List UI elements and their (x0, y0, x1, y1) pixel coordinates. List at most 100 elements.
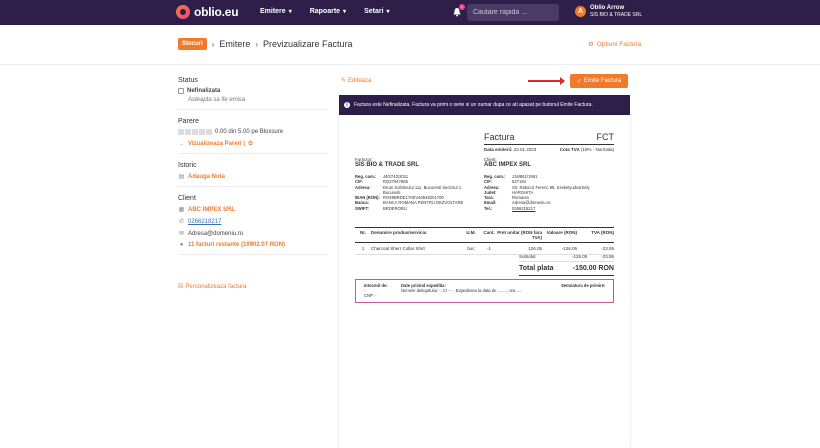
user-name: Oblio Arrow (590, 5, 625, 11)
client-details: Reg. com.: J19/861/1991 CIF: 527184 Adresa… (484, 174, 614, 211)
invoice-title-row: Factura FCT (484, 132, 614, 145)
menu-setari[interactable]: Setari ▾ (364, 8, 389, 15)
star-icon (206, 129, 212, 135)
subtotal-value: -126.05 (571, 254, 588, 259)
table-cell: -23.95 (601, 246, 614, 251)
breadcrumb-current: Previzualizare Factura (263, 39, 353, 49)
warning-icon: ● (179, 242, 184, 248)
edit-link[interactable]: ✎ Editeaza (341, 77, 371, 85)
gear-icon: ⚙ (588, 41, 594, 48)
column-header: Pret unitar (RON fara TVA) (497, 230, 542, 240)
menu-rapoarte[interactable]: Rapoarte ▾ (310, 8, 346, 15)
user-company: SIS BIO & TRADE SRL (590, 12, 643, 18)
stocuri-tag[interactable]: Stocuri (178, 38, 207, 50)
column-header: U.M. (466, 230, 476, 235)
arrow-right-icon: → (178, 140, 185, 147)
supplier-block: Furnizor: SIS BIO & TRADE SRL Reg. com.:… (355, 157, 475, 211)
email-icon: ✉ (178, 231, 185, 237)
breadcrumb-emitere[interactable]: Emitere (219, 39, 250, 49)
table-cell: -1 (486, 246, 491, 251)
emit-label: Emite Factura (583, 78, 622, 84)
table-cell: 126.05 (528, 246, 542, 251)
note-icon: ▤ (178, 174, 185, 180)
subtotal-vat: -23.95 (601, 254, 614, 259)
status-value: Nefinalizata (187, 88, 221, 94)
table-cell: 1 (361, 246, 365, 251)
field-key: Tel.: (484, 205, 493, 211)
chevron-down-icon: ▾ (386, 9, 390, 15)
divider (178, 186, 328, 187)
avatar: A (575, 6, 586, 17)
client-name: ABC IMPEX SRL (484, 162, 532, 168)
total-row: Total plata -150.00 RON (519, 262, 614, 276)
cnp-label: CNP: - (364, 293, 377, 298)
red-arrow-annotation (528, 77, 565, 85)
field-key: Adresa: (355, 184, 371, 190)
settings-icon[interactable]: ✿ (248, 140, 253, 147)
menu-label: Setari (364, 8, 384, 15)
emit-invoice-button[interactable]: ✓ Emite Factura (570, 74, 628, 88)
main-content: Status Nefinalizata Asteapta sa fie emis… (0, 65, 820, 448)
total-value: -150.00 RON (572, 265, 614, 272)
status-note: Asteapta sa fie emisa (188, 97, 246, 103)
invoice-footer: Intocmit de: - CNP: - Date privind exped… (355, 279, 614, 303)
view-reviews-link[interactable]: Vizualizeaza Pareri | (188, 141, 245, 147)
client-phone[interactable]: 0266218217 (188, 219, 221, 225)
outstanding-invoices-link[interactable]: 11 facturi restante (19902.07 RON) (188, 242, 285, 248)
building-icon: ▦ (178, 207, 185, 213)
add-note-link[interactable]: Adauga Nota (188, 174, 225, 180)
invoice-date: 23.01.2023 (513, 147, 537, 152)
oblio-logo[interactable]: oblio.eu (176, 5, 239, 19)
options-label: Optiuni Factura (596, 40, 642, 48)
invoice-options-link[interactable]: ⚙ Optiuni Factura (588, 40, 642, 49)
quick-search-input[interactable] (467, 4, 559, 21)
invoice-sidebar: Status Nefinalizata Asteapta sa fie emis… (178, 77, 328, 263)
invoice-preview: Factura FCT Data emiterii: 23.01.2023 Co… (339, 115, 630, 448)
logo-text: oblio.eu (194, 5, 239, 19)
field-value: Drum Sofolinului 111, Bucuresti Sectorul… (383, 184, 463, 195)
date-label: Data emiterii: (484, 147, 513, 152)
subtotal-row: Subtotal -126.05 -23.95 (519, 252, 614, 262)
edit-box-icon: ☒ (178, 284, 184, 290)
column-header: Valoare (RON) (546, 230, 577, 235)
menu-label: Emitere (260, 8, 286, 15)
notifications-badge: 1 (459, 4, 465, 10)
star-icon (178, 129, 184, 135)
shipping-text: Numele delegatului: -, CI - - , Expedier… (401, 288, 523, 293)
column-header: Nr. (359, 230, 366, 235)
breadcrumb-bar: Stocuri › Emitere › Previzualizare Factu… (0, 25, 820, 65)
total-label: Total plata (519, 265, 554, 272)
column-header: TVA (RON) (591, 230, 614, 235)
chevron-right-icon: › (211, 39, 215, 49)
invoice-meta: Data emiterii: 23.01.2023 Cota TVA (19% … (484, 147, 614, 152)
chevron-down-icon: ▾ (288, 9, 292, 15)
notifications-button[interactable]: 1 (452, 4, 465, 17)
supplier-details: Reg. com.: J40/742/2011 CIF: RO27947665 Ad… (355, 174, 475, 211)
invoice-title: Factura (484, 132, 515, 142)
divider (178, 153, 328, 154)
menu-label: Rapoarte (309, 8, 341, 15)
menu-emitere[interactable]: Emitere ▾ (260, 8, 292, 15)
main-menu: Emitere ▾ Rapoarte ▾ Setari ▾ (260, 8, 390, 15)
client-title: Client (178, 195, 196, 202)
invoice-items-table: Nr. Denumire produs/serviciu U.M. Cant. … (355, 227, 614, 255)
table-cell: buc (467, 246, 475, 251)
rating-text: 0.00 din 5.00 pe Bloxsure (215, 129, 284, 135)
invoice-series: FCT (596, 132, 615, 142)
rating-title: Parere (178, 118, 200, 125)
divider (178, 109, 328, 110)
user-menu[interactable]: A Oblio Arrow SIS BIO & TRADE SRL (575, 5, 642, 18)
phone-icon: ✆ (178, 219, 185, 225)
client-name-link[interactable]: ABC IMPEX SRL (188, 207, 235, 213)
vat-label: Cota TVA (559, 147, 580, 152)
status-icon (178, 88, 184, 94)
chevron-right-icon: › (255, 39, 259, 49)
invoice-totals: Subtotal -126.05 -23.95 Total plata -150.… (519, 252, 614, 276)
personalize-invoice-link[interactable]: ☒ Personalizeaza factura (178, 283, 246, 291)
field-value: 0266218217 (512, 205, 536, 211)
rating-stars (178, 129, 212, 135)
issuer-label: Intocmit de: (364, 283, 388, 288)
subtotal-label: Subtotal (519, 254, 536, 259)
status-title: Status (178, 77, 198, 84)
pencil-icon: ✎ (341, 78, 347, 84)
